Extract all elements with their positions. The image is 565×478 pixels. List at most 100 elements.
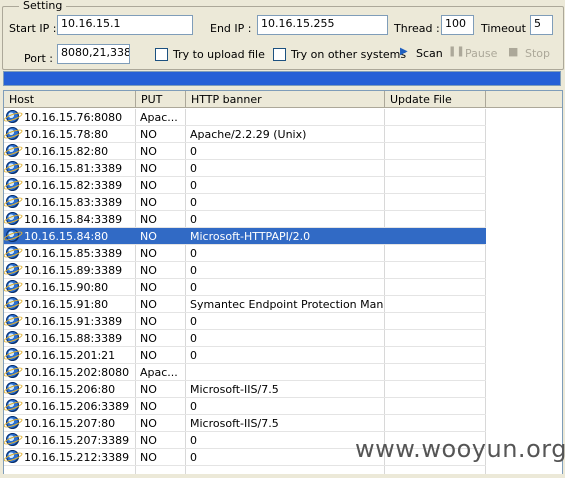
host-cell: 10.16.15.82:80 <box>24 145 109 158</box>
pause-icon: ❚❚ <box>448 46 465 57</box>
table-row[interactable]: 10.16.15.84:80 NO Microsoft-HTTPAPI/2.0 <box>4 228 486 245</box>
host-cell: 10.16.15.78:80 <box>24 128 109 141</box>
banner-cell: 0 <box>190 281 197 294</box>
banner-cell <box>190 109 384 126</box>
host-cell: 10.16.15.207:80 <box>24 417 116 430</box>
other-systems-label: Try on other systems <box>291 48 407 61</box>
column-header-update-file[interactable]: Update File <box>385 91 486 108</box>
put-cell: NO <box>140 298 157 311</box>
ie-globe-icon <box>6 110 19 123</box>
banner-cell: Microsoft-IIS/7.5 <box>190 417 279 430</box>
list-header: Host PUT HTTP banner Update File <box>4 91 562 108</box>
column-header-host[interactable]: Host <box>4 91 136 108</box>
ie-globe-icon <box>6 144 19 157</box>
host-cell: 10.16.15.212:3389 <box>24 451 130 464</box>
scan-progress-bar <box>3 71 561 86</box>
table-row[interactable]: 10.16.15.88:3389 NO 0 <box>4 330 486 347</box>
timeout-label: Timeout : <box>481 22 534 35</box>
table-row[interactable]: 10.16.15.82:80 NO 0 <box>4 143 486 160</box>
port-input[interactable]: 8080,21,3389 <box>57 44 130 64</box>
table-row[interactable]: 10.16.15.78:80 NO Apache/2.2.29 (Unix) <box>4 126 486 143</box>
host-cell: 10.16.15.81:3389 <box>24 162 123 175</box>
banner-cell: Apache/2.2.29 (Unix) <box>190 128 307 141</box>
table-row[interactable]: 10.16.15.206:3389 NO 0 <box>4 398 486 415</box>
put-cell: Apac... <box>140 366 178 379</box>
banner-cell: 0 <box>190 179 197 192</box>
ie-globe-icon <box>6 297 19 310</box>
table-row[interactable]: 10.16.15.81:3389 NO 0 <box>4 160 486 177</box>
ie-globe-icon <box>6 280 19 293</box>
start-ip-input[interactable]: 10.16.15.1 <box>57 15 193 35</box>
table-row[interactable]: 10.16.15.82:3389 NO 0 <box>4 177 486 194</box>
put-cell: NO <box>140 451 157 464</box>
put-cell: NO <box>140 315 157 328</box>
table-row[interactable]: 10.16.15.90:80 NO 0 <box>4 279 486 296</box>
watermark: www.wooyun.org <box>355 435 565 463</box>
stop-icon: ■ <box>508 45 519 58</box>
table-row[interactable]: 10.16.15.83:3389 NO 0 <box>4 194 486 211</box>
ie-globe-icon <box>6 382 19 395</box>
status-bar <box>0 474 565 478</box>
host-cell: 10.16.15.206:3389 <box>24 400 130 413</box>
host-cell: 10.16.15.88:3389 <box>24 332 123 345</box>
timeout-input[interactable]: 5 <box>530 15 553 35</box>
host-cell: 10.16.15.76:8080 <box>24 111 123 124</box>
banner-cell: 0 <box>190 162 197 175</box>
pause-label: Pause <box>465 47 498 60</box>
upload-file-checkbox[interactable] <box>155 48 168 61</box>
table-row[interactable]: 10.16.15.85:3389 NO 0 <box>4 245 486 262</box>
end-ip-input[interactable]: 10.16.15.255 <box>257 15 388 35</box>
column-header-filler <box>486 91 562 108</box>
ie-globe-icon <box>6 331 19 344</box>
results-list[interactable]: Host PUT HTTP banner Update File 10.16.1… <box>3 90 563 478</box>
table-row[interactable]: 10.16.15.202:8080 Apac... <box>4 364 486 381</box>
put-cell: NO <box>140 230 157 243</box>
scan-label: Scan <box>416 47 443 60</box>
end-ip-label: End IP : <box>210 22 252 35</box>
upload-file-label: Try to upload file <box>173 48 265 61</box>
start-ip-label: Start IP : <box>9 22 57 35</box>
table-row[interactable]: 10.16.15.206:80 NO Microsoft-IIS/7.5 <box>4 381 486 398</box>
host-cell: 10.16.15.91:3389 <box>24 315 123 328</box>
banner-cell: 0 <box>190 315 197 328</box>
put-cell: NO <box>140 179 157 192</box>
thread-input[interactable]: 100 <box>441 15 474 35</box>
ie-globe-icon <box>6 212 19 225</box>
banner-cell: 0 <box>190 400 197 413</box>
put-cell: NO <box>140 281 157 294</box>
banner-cell: 0 <box>190 196 197 209</box>
banner-cell: Symantec Endpoint Protection Manager <box>190 298 384 311</box>
ie-globe-icon <box>6 178 19 191</box>
table-row[interactable]: 10.16.15.84:3389 NO 0 <box>4 211 486 228</box>
column-header-put[interactable]: PUT <box>136 91 186 108</box>
table-row[interactable]: 10.16.15.89:3389 NO 0 <box>4 262 486 279</box>
stop-label: Stop <box>525 47 551 60</box>
other-systems-checkbox[interactable] <box>273 48 286 61</box>
host-cell: 10.16.15.91:80 <box>24 298 109 311</box>
host-cell: 10.16.15.85:3389 <box>24 247 123 260</box>
table-row[interactable]: 10.16.15.207:80 NO Microsoft-IIS/7.5 <box>4 415 486 432</box>
ie-globe-icon <box>6 399 19 412</box>
banner-cell: 0 <box>190 247 197 260</box>
banner-cell: 0 <box>190 349 197 362</box>
port-label: Port : <box>24 52 54 65</box>
put-cell: NO <box>140 162 157 175</box>
table-row[interactable]: 10.16.15.201:21 NO 0 <box>4 347 486 364</box>
column-header-http-banner[interactable]: HTTP banner <box>186 91 385 108</box>
ie-globe-icon <box>6 229 19 242</box>
table-row[interactable]: 10.16.15.91:80 NO Symantec Endpoint Protec… <box>4 296 486 313</box>
row-divider <box>4 465 486 466</box>
table-row[interactable]: 10.16.15.76:8080 Apac... <box>4 109 486 126</box>
ie-globe-icon <box>6 263 19 276</box>
banner-cell: 0 <box>190 332 197 345</box>
put-cell: NO <box>140 400 157 413</box>
progress-fill <box>4 72 560 85</box>
banner-cell: 0 <box>190 264 197 277</box>
put-cell: NO <box>140 264 157 277</box>
table-row[interactable]: 10.16.15.91:3389 NO 0 <box>4 313 486 330</box>
play-icon: ▶ <box>400 46 408 57</box>
host-cell: 10.16.15.82:3389 <box>24 179 123 192</box>
put-cell: NO <box>140 145 157 158</box>
ie-globe-icon <box>6 246 19 259</box>
host-cell: 10.16.15.83:3389 <box>24 196 123 209</box>
